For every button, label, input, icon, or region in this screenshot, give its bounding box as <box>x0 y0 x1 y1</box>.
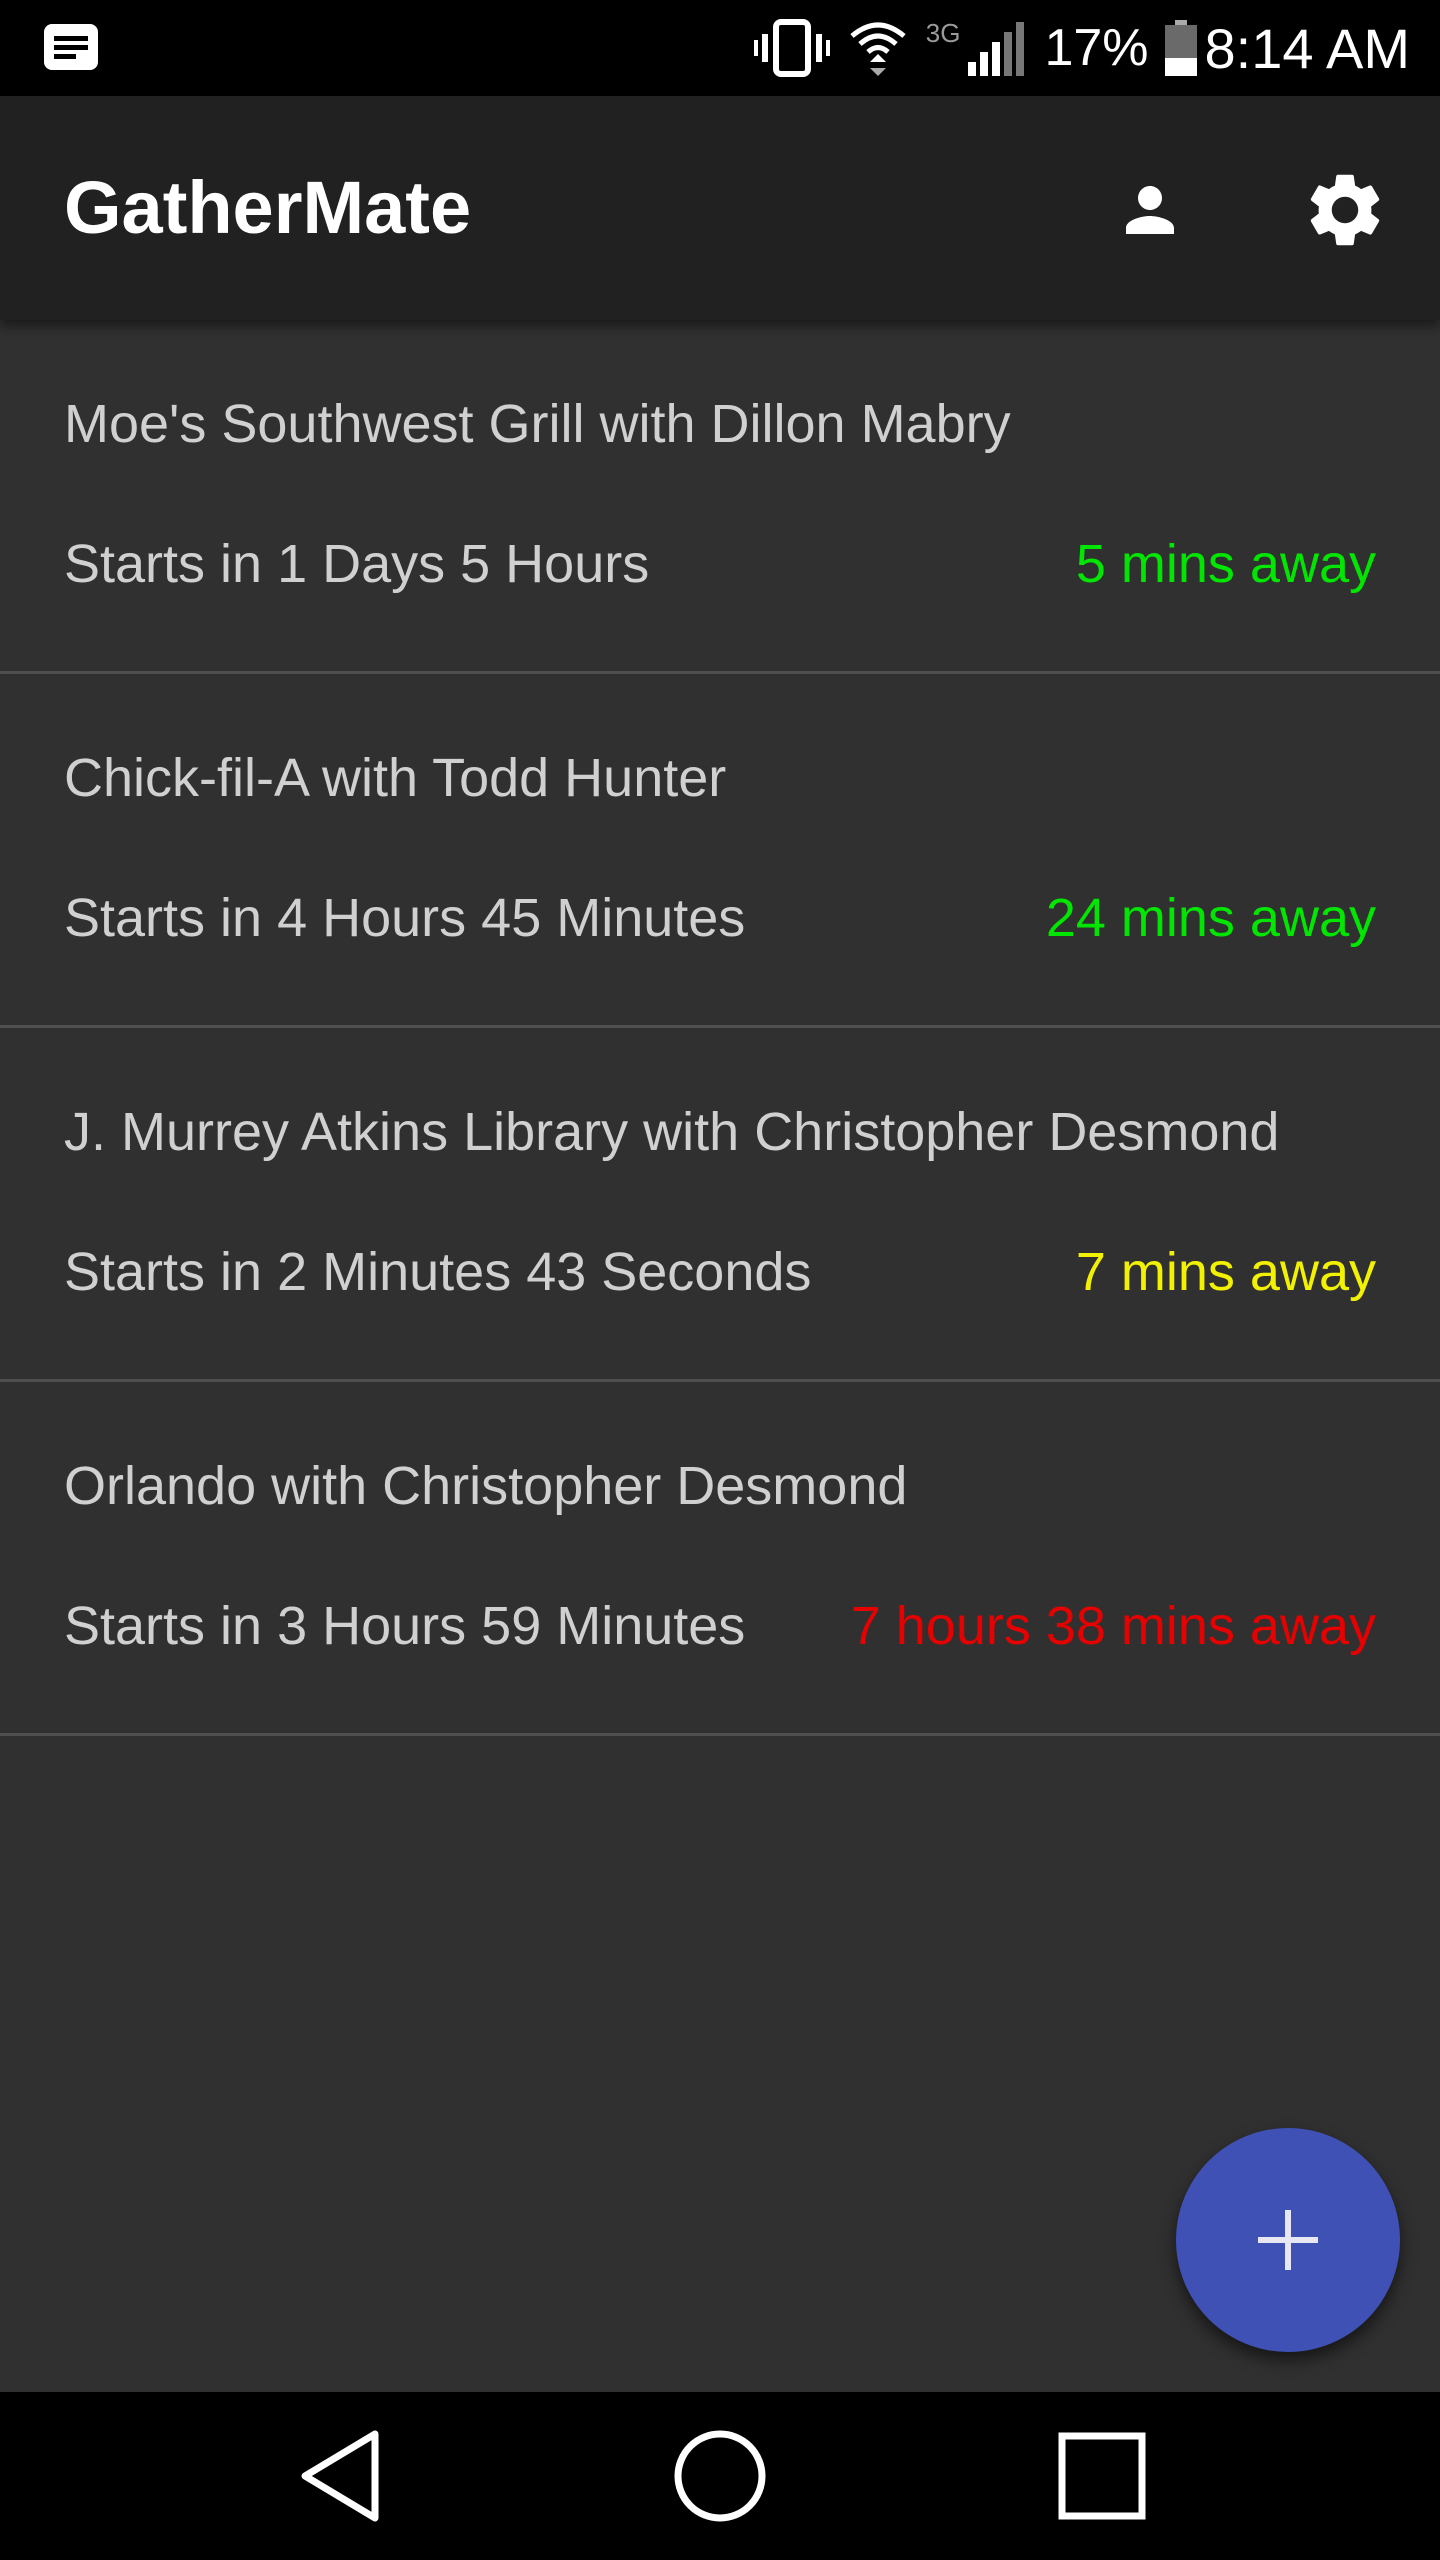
app-bar: GatherMate <box>0 96 1440 320</box>
screen: 3G 17% 8:14 AM GatherMate Moe's Southwes… <box>0 0 1440 2560</box>
meeting-title: Chick-fil-A with Todd Hunter <box>64 748 727 808</box>
back-icon <box>301 2430 379 2522</box>
status-clock: 8:14 AM <box>1204 16 1410 80</box>
signal-icon <box>968 22 1025 76</box>
add-meeting-button[interactable] <box>1176 2128 1400 2352</box>
home-icon <box>674 2430 766 2522</box>
meeting-title: Moe's Southwest Grill with Dillon Mabry <box>64 394 1011 454</box>
meeting-start-time: Starts in 4 Hours 45 Minutes <box>64 888 746 948</box>
meeting-list-item[interactable]: Moe's Southwest Grill with Dillon Mabry … <box>0 320 1440 674</box>
meeting-distance: 24 mins away <box>1045 888 1376 948</box>
notification-message-icon <box>44 24 98 70</box>
battery-percent: 17% <box>1044 19 1149 77</box>
wifi-icon <box>850 22 906 76</box>
status-bar: 3G 17% 8:14 AM <box>0 0 1440 96</box>
navigation-bar <box>0 2392 1440 2560</box>
meeting-title: Orlando with Christopher Desmond <box>64 1456 908 1516</box>
meeting-list-item[interactable]: J. Murrey Atkins Library with Christophe… <box>0 1028 1440 1382</box>
meeting-distance: 5 mins away <box>1075 534 1376 594</box>
profile-button[interactable] <box>1100 160 1200 260</box>
settings-button[interactable] <box>1290 160 1400 260</box>
vibrate-icon <box>753 19 830 77</box>
meeting-list-item[interactable]: Orlando with Christopher Desmond Starts … <box>0 1382 1440 1736</box>
meeting-title: J. Murrey Atkins Library with Christophe… <box>64 1102 1280 1162</box>
home-button[interactable] <box>670 2426 770 2526</box>
battery-icon <box>1164 20 1197 76</box>
recents-icon <box>1058 2432 1146 2520</box>
meeting-list-item[interactable]: Chick-fil-A with Todd Hunter Starts in 4… <box>0 674 1440 1028</box>
meeting-list: Moe's Southwest Grill with Dillon Mabry … <box>0 320 1440 1736</box>
plus-icon <box>1258 2210 1318 2270</box>
meeting-distance: 7 hours 38 mins away <box>850 1596 1376 1656</box>
profile-icon <box>1126 186 1174 234</box>
back-button[interactable] <box>290 2426 390 2526</box>
meeting-start-time: Starts in 1 Days 5 Hours <box>64 534 650 594</box>
app-title: GatherMate <box>64 166 472 249</box>
meeting-start-time: Starts in 3 Hours 59 Minutes <box>64 1596 746 1656</box>
meeting-start-time: Starts in 2 Minutes 43 Seconds <box>64 1242 812 1302</box>
status-icons-group: 3G 17% 8:14 AM <box>753 0 1410 96</box>
recents-button[interactable] <box>1052 2426 1152 2526</box>
settings-gear-icon <box>1310 174 1380 246</box>
network-3g-icon: 3G <box>925 18 961 48</box>
meeting-distance: 7 mins away <box>1075 1242 1376 1302</box>
